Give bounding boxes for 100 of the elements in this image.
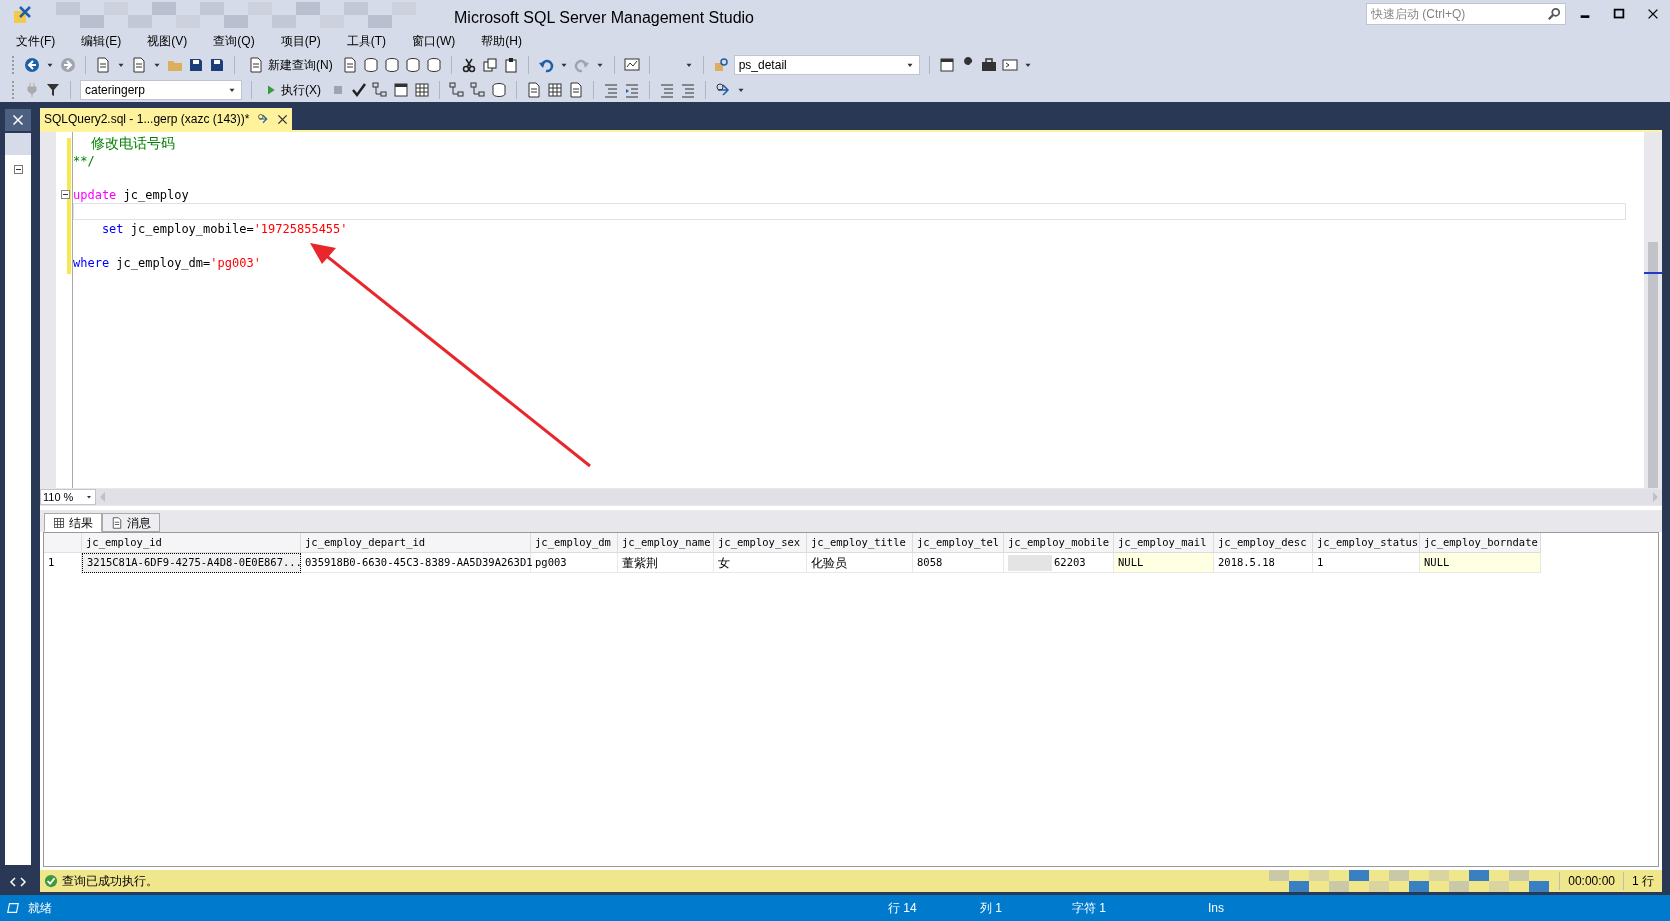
column-header[interactable]: jc_employ_status [1313,533,1420,553]
copy-icon[interactable] [481,57,498,73]
table-cell[interactable]: pg003 [531,553,618,573]
window-icon[interactable] [393,82,409,98]
column-header[interactable]: jc_employ_mobile [1004,533,1114,553]
menu-item[interactable]: 工具(T) [338,32,394,50]
filter-icon[interactable] [45,82,61,98]
document-icon[interactable] [568,82,584,98]
column-header[interactable]: jc_employ_title [807,533,913,553]
menu-item[interactable]: 编辑(E) [73,32,130,50]
new-query-button[interactable]: 新建查询(N) [244,56,337,74]
diagram-icon[interactable] [449,82,465,98]
elapsed-time: 00:00:00 [1559,872,1623,890]
document-icon[interactable] [95,57,111,73]
database-icon[interactable] [362,57,379,73]
table-cell[interactable]: 董紫荆 [618,553,714,573]
right-chevron-icon[interactable] [19,877,27,887]
table-cell[interactable]: 62203 [1004,553,1114,573]
search-icon[interactable] [1547,7,1561,21]
column-header[interactable]: jc_employ_depart_id [301,533,531,553]
code-line: set jc_employ_mobile='19725855455' [100,220,348,238]
column-number: 列 1 [980,900,1003,917]
column-header[interactable]: jc_employ_desc [1214,533,1313,553]
document-icon[interactable] [111,516,123,529]
menu-item[interactable]: 视图(V) [139,32,196,50]
page-icon [6,901,20,915]
database-icon[interactable] [383,57,400,73]
success-icon [44,874,58,888]
result-tab[interactable]: 消息 [102,513,160,532]
collapse-icon[interactable] [61,190,70,199]
back-arrow-icon[interactable] [24,57,40,73]
save-icon[interactable] [209,57,225,73]
checkmark-icon[interactable] [351,82,367,98]
column-header[interactable]: jc_employ_mail [1114,533,1214,553]
text-lines-icon[interactable] [680,82,696,98]
grid-icon[interactable] [414,82,430,98]
comment-line: **/ [73,152,95,170]
status-text: 就绪 [28,900,53,917]
maximize-icon[interactable] [1612,7,1626,21]
table-cell[interactable]: 2018.5.18 [1214,553,1313,573]
menu-item[interactable]: 查询(Q) [205,32,263,50]
paste-icon[interactable] [502,57,519,73]
result-tab[interactable]: 结果 [44,513,102,532]
undo-icon[interactable] [537,57,554,73]
chart-window-icon[interactable] [623,57,640,73]
table-cell[interactable]: 女 [714,553,807,573]
indent-icon[interactable] [624,82,640,98]
table-cell[interactable]: NULL [1420,553,1541,573]
collapse-icon[interactable] [13,165,23,174]
arrow-icon[interactable] [257,113,270,125]
save-icon[interactable] [188,57,204,73]
column-header[interactable]: jc_employ_name [618,533,714,553]
left-chevron-icon[interactable] [9,877,17,887]
arrow-icon[interactable] [715,82,731,98]
window-icon[interactable] [938,57,955,73]
cut-icon[interactable] [460,57,477,73]
panel-header [5,133,31,155]
caret-icon[interactable] [85,493,93,501]
configuration-dropdown[interactable]: ps_detail [733,55,920,75]
text-lines-icon[interactable] [659,82,675,98]
quick-launch-field[interactable]: 快速启动 (Ctrl+Q) [1366,3,1566,25]
document-icon[interactable] [131,57,147,73]
column-header[interactable]: jc_employ_borndate [1420,533,1541,553]
grid-icon[interactable] [53,516,65,529]
column-header[interactable]: jc_employ_sex [714,533,807,553]
menu-item[interactable]: 帮助(H) [473,32,530,50]
table-cell[interactable]: 3215C81A-6DF9-4275-A4D8-0E0E867... [82,553,301,573]
menu-item[interactable]: 窗口(W) [404,32,464,50]
database-icon[interactable] [425,57,442,73]
database-icon[interactable] [491,82,507,98]
menu-item[interactable]: 项目(P) [272,32,329,50]
text-lines-icon[interactable] [603,82,619,98]
database-icon[interactable] [404,57,421,73]
column-header[interactable]: jc_employ_id [82,533,301,553]
grid-icon[interactable] [547,82,563,98]
execute-button[interactable]: 执行(X) [261,81,325,99]
vertical-scrollbar[interactable] [1644,132,1662,488]
column-header[interactable]: jc_employ_dm [531,533,618,553]
table-cell[interactable]: NULL [1114,553,1214,573]
table-cell[interactable]: 8058 [913,553,1004,573]
document-icon[interactable] [248,57,264,73]
document-icon[interactable] [341,57,358,73]
close-icon[interactable] [277,113,289,125]
console-icon[interactable] [1001,57,1018,73]
table-cell[interactable]: 035918B0-6630-45C3-8389-AA5D39A263D1 [301,553,531,573]
column-header[interactable]: jc_employ_tel [913,533,1004,553]
find-icon[interactable] [712,57,729,73]
database-dropdown[interactable]: cateringerp [80,80,242,100]
table-cell[interactable]: 化验员 [807,553,913,573]
document-tab[interactable]: SQLQuery2.sql - 1...gerp (xazc (143))* [40,108,293,130]
menu-item[interactable]: 文件(F) [8,32,64,50]
play-icon[interactable] [265,84,277,96]
close-icon[interactable] [1646,7,1660,21]
diagram-icon[interactable] [372,82,388,98]
diagram-icon[interactable] [470,82,486,98]
app-logo-icon [12,5,32,25]
code-line: update jc_employ [73,186,189,204]
zoom-dropdown[interactable]: 110 % [40,489,96,505]
document-icon[interactable] [526,82,542,98]
toolbox-icon[interactable] [980,57,997,73]
